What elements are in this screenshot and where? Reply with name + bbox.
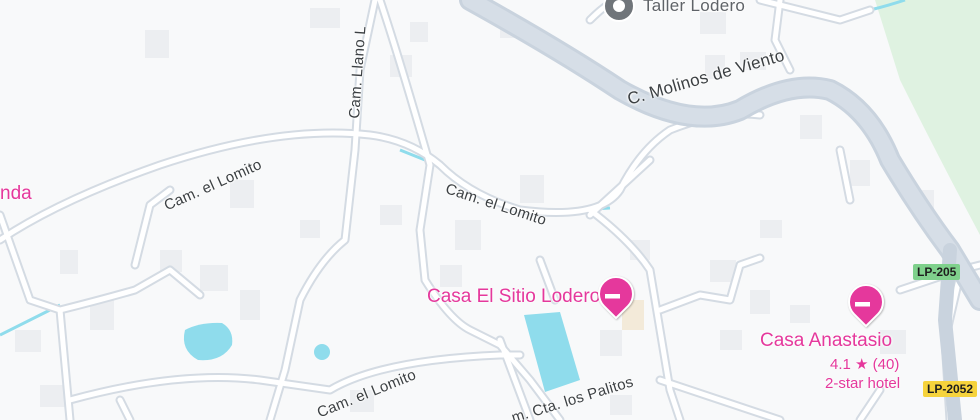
poi-label-partial[interactable]: nda bbox=[0, 183, 32, 205]
poi-label-taller[interactable]: Taller Lodero bbox=[643, 0, 745, 16]
pond-left bbox=[183, 322, 233, 361]
road-shield-lp205: LP-205 bbox=[913, 264, 961, 280]
hotel-glyph: ▬ bbox=[604, 285, 620, 303]
rating-value: 4.1 bbox=[830, 356, 851, 373]
poi-label-casa-anastasio[interactable]: Casa Anastasio bbox=[760, 330, 892, 352]
poi-rating: 4.1 ★ (40) bbox=[830, 355, 899, 373]
pond-small bbox=[314, 344, 330, 360]
map-canvas[interactable]: C. Molinos de Viento Cam. Llano L Cam. e… bbox=[0, 0, 980, 420]
review-count: (40) bbox=[872, 356, 900, 373]
poi-label-casa-sitio[interactable]: Casa El Sitio Lodero bbox=[427, 286, 600, 308]
star-icon: ★ bbox=[855, 356, 869, 373]
hotel-glyph: ▬ bbox=[854, 293, 870, 311]
poi-category: 2-star hotel bbox=[825, 375, 901, 392]
road-shield-lp2052: LP-2052 bbox=[923, 381, 978, 397]
